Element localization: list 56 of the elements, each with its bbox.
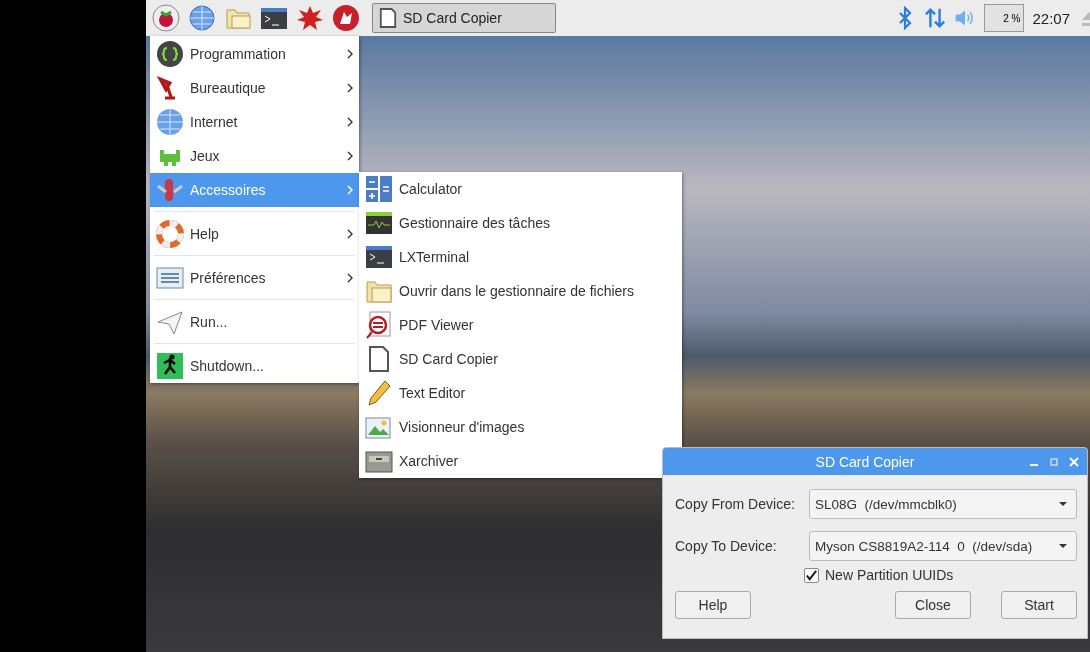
dialog-button[interactable]: Start <box>1001 591 1077 619</box>
chevron-icon <box>347 229 353 239</box>
caret-icon <box>1058 543 1068 549</box>
cpu-monitor[interactable]: 2 % <box>984 4 1025 32</box>
menu-item[interactable]: Préférences <box>150 261 359 295</box>
starburst-icon[interactable] <box>296 4 324 32</box>
window-title: SD Card Copier <box>814 453 916 470</box>
menu-item[interactable]: Text Editor <box>359 376 682 410</box>
menu-item[interactable]: Shutdown... <box>150 349 359 383</box>
lifebuoy-icon <box>156 220 184 248</box>
chevron-icon <box>347 151 353 161</box>
device-dropdown[interactable]: Myson CS8819A2-114 0 (/dev/sda) <box>809 531 1077 561</box>
code-icon <box>156 40 184 68</box>
close-icon[interactable] <box>1069 456 1079 467</box>
chevron-icon <box>347 185 353 195</box>
device-dropdown[interactable]: SL08G (/dev/mmcblk0) <box>809 489 1077 519</box>
menu-item[interactable]: PDF Viewer <box>359 308 682 342</box>
menu-item[interactable]: Calculator <box>359 172 682 206</box>
menu-item[interactable]: Jeux <box>150 139 359 173</box>
menu-item[interactable]: Ouvrir dans le gestionnaire de fichiers <box>359 274 682 308</box>
chevron-icon <box>347 273 353 283</box>
magnifier-icon <box>365 311 393 339</box>
caret-icon <box>1058 501 1068 507</box>
menu-item[interactable]: Gestionnaire des tâches <box>359 206 682 240</box>
raspberry-icon[interactable] <box>152 4 180 32</box>
chevron-icon <box>347 49 353 59</box>
menu-item[interactable]: Help <box>150 217 359 251</box>
menu-item[interactable]: Visionneur d'images <box>359 410 682 444</box>
pencil-icon <box>365 379 393 407</box>
network-arrows-icon[interactable] <box>924 6 947 30</box>
menu-item[interactable]: Bureautique <box>150 71 359 105</box>
chevron-icon <box>347 117 353 127</box>
clock[interactable]: 22:07 <box>1032 9 1070 27</box>
settings-icon <box>156 264 184 292</box>
running-man-icon <box>156 352 184 380</box>
menu-item[interactable]: Run... <box>150 305 359 339</box>
menu-item[interactable]: Programmation <box>150 37 359 71</box>
field-label: Copy From Device: <box>675 496 796 512</box>
chevron-icon <box>347 83 353 93</box>
task-button[interactable]: SD Card Copier <box>372 3 556 33</box>
menu-item[interactable]: LXTerminal <box>359 240 682 274</box>
maximize-icon[interactable] <box>1049 456 1059 467</box>
terminal-icon <box>365 243 393 271</box>
globe-icon <box>156 108 184 136</box>
monitor-icon <box>365 209 393 237</box>
globe-icon[interactable] <box>188 4 216 32</box>
sd-card-icon <box>379 8 397 28</box>
menu-item[interactable]: SD Card Copier <box>359 342 682 376</box>
checkbox[interactable] <box>804 567 819 583</box>
calculator-icon <box>365 175 393 203</box>
checkbox-label: New Partition UUIDs <box>825 567 954 583</box>
dialog-button[interactable]: Close <box>895 591 971 619</box>
paper-plane-icon <box>156 308 184 336</box>
dialog-button[interactable]: Help <box>675 591 751 619</box>
field-label: Copy To Device: <box>675 538 778 554</box>
menu-item[interactable]: Internet <box>150 105 359 139</box>
